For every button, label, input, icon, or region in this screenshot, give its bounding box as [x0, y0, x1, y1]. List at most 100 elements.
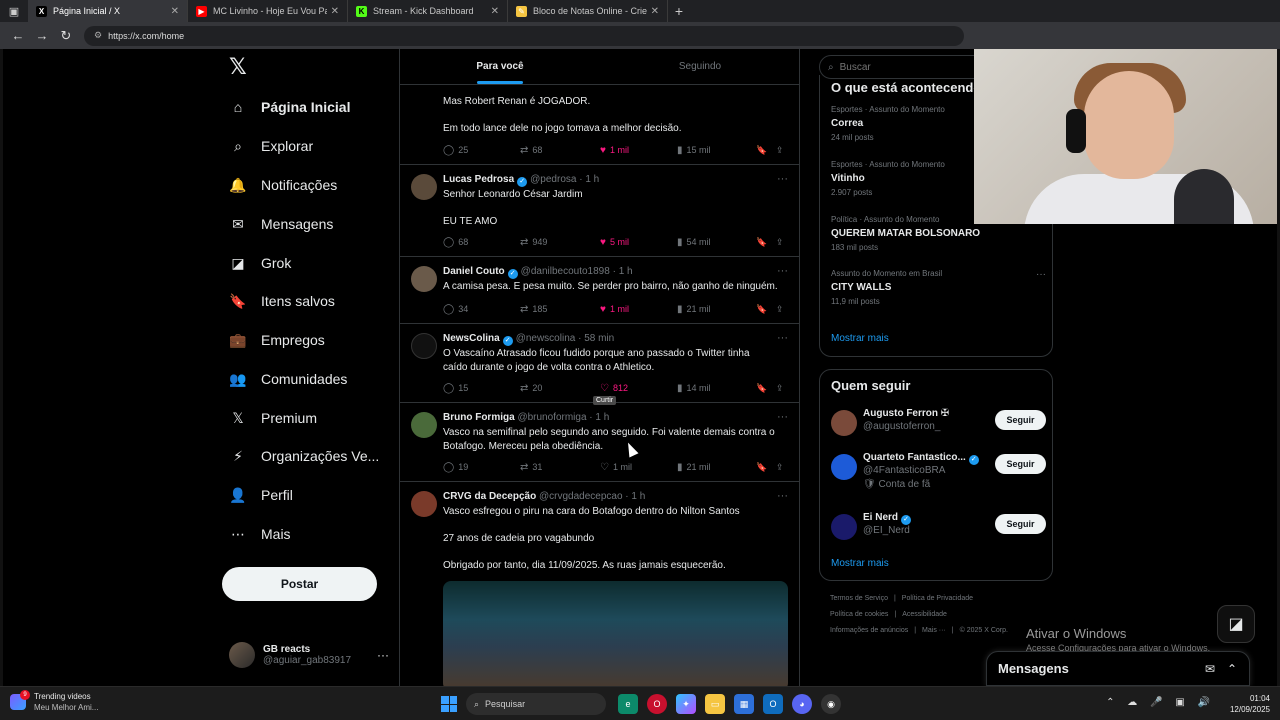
- who-show-more-link[interactable]: Mostrar mais: [831, 558, 889, 569]
- chevron-up-icon[interactable]: ⌃: [1106, 697, 1114, 708]
- share-icon[interactable]: ⇪: [776, 383, 784, 394]
- window-menu-icon[interactable]: ▣: [0, 0, 28, 22]
- suggestion-name[interactable]: Ei Nerd: [863, 512, 898, 523]
- nav-item-itens-salvos[interactable]: 🔖 Itens salvos: [229, 287, 335, 315]
- new-tab-button[interactable]: +: [668, 0, 690, 22]
- tweet-handle[interactable]: @pedrosa: [530, 174, 576, 185]
- footer-link[interactable]: Termos de Serviço: [830, 595, 888, 602]
- follow-suggestion[interactable]: Quarteto Fantastico... ✓ @4FantasticoBRA 🛡 …: [831, 452, 1046, 492]
- bookmark-icon[interactable]: 🔖: [756, 145, 767, 156]
- like-button[interactable]: ♥ 5 mil: [600, 237, 629, 248]
- like-button[interactable]: ♡ 812: [600, 383, 628, 394]
- new-message-icon[interactable]: ✉: [1205, 662, 1215, 676]
- like-button[interactable]: ♥ 1 mil: [600, 304, 629, 315]
- tab-following[interactable]: Seguindo: [600, 49, 799, 84]
- tweet[interactable]: NewsColina ✓ @newscolina · 58 min ··· O Vasc…: [400, 324, 799, 405]
- edge-icon[interactable]: e: [618, 694, 638, 714]
- tweet[interactable]: Mas Robert Renan é JOGADOR. Em todo lance…: [400, 85, 799, 165]
- nav-item-explorar[interactable]: ⌕ Explorar: [229, 132, 313, 160]
- nav-item-página-inicial[interactable]: ⌂ Página Inicial: [229, 93, 351, 121]
- x-logo-icon[interactable]: 𝕏: [229, 56, 249, 78]
- tweet[interactable]: Daniel Couto ✓ @danilbecouto1898 · 1 h ··· A…: [400, 257, 799, 324]
- share-icon[interactable]: ⇪: [776, 237, 784, 248]
- share-icon[interactable]: ⇪: [776, 145, 784, 156]
- url-input[interactable]: ⚙ https://x.com/home: [84, 25, 964, 46]
- reply-button[interactable]: ◯ 68: [443, 237, 468, 248]
- footer-link[interactable]: Política de cookies: [830, 611, 888, 618]
- messages-drawer[interactable]: Mensagens ✉ ⌃: [986, 651, 1250, 686]
- views-button[interactable]: ▮ 14 mil: [677, 383, 711, 394]
- tweet-handle[interactable]: @danilbecouto1898: [521, 266, 610, 277]
- share-icon[interactable]: ⇪: [776, 462, 784, 473]
- opera-icon[interactable]: O: [647, 694, 667, 714]
- trends-show-more-link[interactable]: Mostrar mais: [831, 333, 889, 344]
- views-button[interactable]: ▮ 15 mil: [677, 145, 711, 156]
- nav-item-comunidades[interactable]: 👥 Comunidades: [229, 365, 347, 393]
- forward-button[interactable]: →: [30, 24, 54, 48]
- tweet-handle[interactable]: @brunoformiga: [517, 412, 586, 423]
- suggestion-name[interactable]: Augusto Ferron ✠: [863, 408, 949, 419]
- nav-item-mensagens[interactable]: ✉ Mensagens: [229, 210, 333, 238]
- footer-link[interactable]: Política de Privacidade: [902, 595, 973, 602]
- browser-tab[interactable]: ▶ MC Livinho - Hoje Eu Vou Parar na ✕: [188, 0, 348, 22]
- tweet-time[interactable]: 1 h: [585, 174, 599, 185]
- browser-tab[interactable]: K Stream - Kick Dashboard ✕: [348, 0, 508, 22]
- close-tab-icon[interactable]: ✕: [491, 6, 499, 17]
- follow-button[interactable]: Seguir: [995, 514, 1046, 534]
- footer-link[interactable]: Mais ···: [922, 627, 946, 634]
- repost-button[interactable]: ⇄ 185: [520, 304, 547, 315]
- network-icon[interactable]: ▣: [1175, 697, 1184, 708]
- more-icon[interactable]: ···: [777, 490, 788, 502]
- more-icon[interactable]: ···: [777, 173, 788, 185]
- browser-tab[interactable]: ✎ Bloco de Notas Online - Crie e Co ✕: [508, 0, 668, 22]
- views-button[interactable]: ▮ 21 mil: [677, 462, 711, 473]
- tweet-author-name[interactable]: Lucas Pedrosa: [443, 174, 514, 185]
- reply-button[interactable]: ◯ 19: [443, 462, 468, 473]
- browser-tab[interactable]: X Página Inicial / X ✕: [28, 0, 188, 22]
- follow-button[interactable]: Seguir: [995, 410, 1046, 430]
- repost-button[interactable]: ⇄ 68: [520, 145, 542, 156]
- repost-button[interactable]: ⇄ 20: [520, 383, 542, 394]
- reply-button[interactable]: ◯ 25: [443, 145, 468, 156]
- views-button[interactable]: ▮ 21 mil: [677, 304, 711, 315]
- volume-icon[interactable]: 🔊: [1198, 697, 1210, 708]
- tweet-time[interactable]: 1 h: [619, 266, 633, 277]
- reload-button[interactable]: ↻: [54, 24, 78, 48]
- avatar[interactable]: [831, 454, 857, 480]
- microphone-icon[interactable]: 🎤: [1150, 697, 1162, 708]
- avatar[interactable]: [411, 333, 437, 359]
- more-icon[interactable]: ···: [777, 411, 788, 423]
- bookmark-icon[interactable]: 🔖: [756, 462, 767, 473]
- more-icon[interactable]: ···: [777, 265, 788, 277]
- nav-item-perfil[interactable]: 👤 Perfil: [229, 481, 293, 509]
- site-info-icon[interactable]: ⚙: [94, 30, 102, 41]
- system-tray[interactable]: ⌃ ☁ 🎤 ▣ 🔊: [1096, 697, 1210, 708]
- suggestion-name[interactable]: Quarteto Fantastico...: [863, 452, 966, 463]
- cloud-icon[interactable]: ☁: [1127, 697, 1137, 708]
- back-button[interactable]: ←: [6, 24, 30, 48]
- nav-item-premium[interactable]: 𝕏 Premium: [229, 404, 317, 432]
- outlook-icon[interactable]: O: [763, 694, 783, 714]
- follow-suggestion[interactable]: Augusto Ferron ✠ @augustoferron_ Seguir: [831, 408, 1046, 448]
- tweet-time[interactable]: 1 h: [595, 412, 609, 423]
- like-button[interactable]: ♡ 1 mil: [600, 462, 632, 473]
- reply-button[interactable]: ◯ 15: [443, 383, 468, 394]
- avatar[interactable]: [831, 410, 857, 436]
- tweet-time[interactable]: 58 min: [584, 333, 614, 344]
- bookmark-icon[interactable]: 🔖: [756, 304, 767, 315]
- close-tab-icon[interactable]: ✕: [171, 6, 179, 17]
- nav-item-organizações-ve[interactable]: ⚡ Organizações Ve...: [229, 442, 379, 470]
- tweet[interactable]: Bruno Formiga @brunoformiga · 1 h ··· Vasc…: [400, 403, 799, 482]
- tweet[interactable]: CRVG da Decepção @crvgdadecepcao · 1 h ··…: [400, 482, 799, 686]
- like-button[interactable]: ♥ 1 mil: [600, 145, 629, 156]
- footer-link[interactable]: Acessibilidade: [902, 611, 947, 618]
- windows-start-icon[interactable]: [441, 696, 457, 712]
- tweet[interactable]: Lucas Pedrosa ✓ @pedrosa · 1 h ··· Senhor Le…: [400, 165, 799, 257]
- more-icon[interactable]: ···: [777, 332, 788, 344]
- tweet-author-name[interactable]: CRVG da Decepção: [443, 491, 536, 502]
- post-button[interactable]: Postar: [222, 567, 377, 601]
- close-tab-icon[interactable]: ✕: [331, 6, 339, 17]
- nav-item-empregos[interactable]: 💼 Empregos: [229, 326, 325, 354]
- tweet-handle[interactable]: @crvgdadecepcao: [539, 491, 623, 502]
- reply-button[interactable]: ◯ 34: [443, 304, 468, 315]
